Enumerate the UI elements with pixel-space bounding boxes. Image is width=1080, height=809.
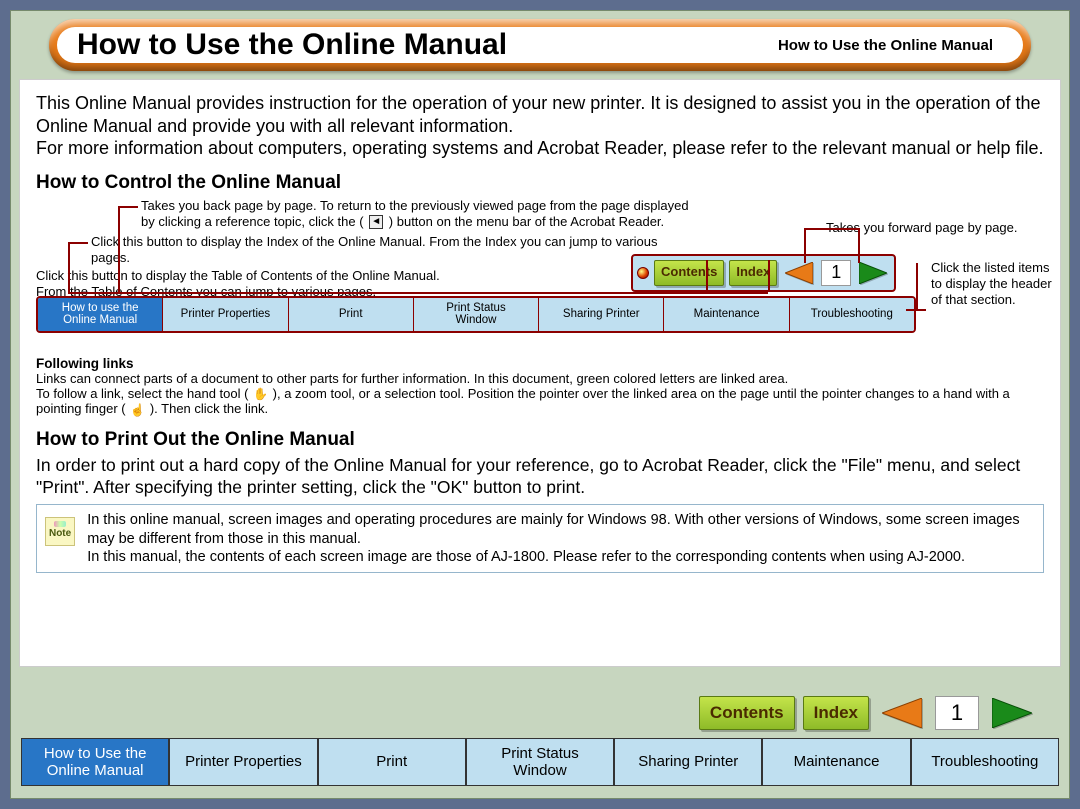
arrow-right-icon bbox=[992, 698, 1032, 728]
acrobat-back-icon: ◄ bbox=[369, 215, 383, 229]
tab-label: Window bbox=[513, 762, 566, 779]
mini-tab-print-status[interactable]: Print Status Window bbox=[414, 298, 539, 331]
page-root: How to Use the Online Manual How to Use … bbox=[0, 0, 1080, 809]
title-bar: How to Use the Online Manual How to Use … bbox=[49, 19, 1031, 71]
title-inner: How to Use the Online Manual How to Use … bbox=[57, 27, 1023, 63]
note-line1: In this online manual, screen images and… bbox=[87, 512, 1019, 546]
mini-tabs-row: How to use the Online Manual Printer Pro… bbox=[36, 296, 916, 333]
arrow-left-icon bbox=[882, 698, 922, 728]
bottom-button-row: Contents Index 1 bbox=[21, 686, 1059, 738]
tab-label: Printer Properties bbox=[185, 753, 302, 770]
callout-back-line2-post: ) button on the menu bar of the Acrobat … bbox=[389, 214, 664, 229]
intro-paragraph-2: For more information about computers, op… bbox=[36, 137, 1044, 160]
bottom-tabs-row: How to Use the Online Manual Printer Pro… bbox=[21, 738, 1059, 787]
tab-label: Online Manual bbox=[47, 762, 144, 779]
note-icon: Note bbox=[45, 517, 75, 546]
mini-tab-sharing-printer[interactable]: Sharing Printer bbox=[539, 298, 664, 331]
mini-tab-label: Online Manual bbox=[63, 314, 137, 327]
forward-arrow-button[interactable] bbox=[987, 696, 1037, 730]
note-text: In this online manual, screen images and… bbox=[87, 511, 1035, 565]
forward-arrow-mini[interactable] bbox=[856, 260, 890, 286]
mini-tab-label: Sharing Printer bbox=[563, 308, 640, 321]
mini-tab-label: Window bbox=[456, 314, 497, 327]
callout-back-line2-pre: by clicking a reference topic, click the… bbox=[141, 214, 364, 229]
tab-print[interactable]: Print bbox=[318, 739, 466, 787]
tab-troubleshooting[interactable]: Troubleshooting bbox=[911, 739, 1059, 787]
hand-point-icon: ☝ bbox=[130, 403, 145, 417]
mini-tab-maintenance[interactable]: Maintenance bbox=[664, 298, 789, 331]
page-title: How to Use the Online Manual bbox=[77, 28, 507, 62]
tab-label: Maintenance bbox=[794, 753, 880, 770]
page-subtitle: How to Use the Online Manual bbox=[778, 37, 993, 54]
mini-button-row: Contents Index 1 bbox=[631, 254, 896, 292]
callout-contents-line1: Click this button to display the Table o… bbox=[36, 268, 440, 283]
tab-how-to-use[interactable]: How to Use the Online Manual bbox=[21, 739, 169, 787]
back-arrow-button[interactable] bbox=[877, 696, 927, 730]
callout-area: Takes you back page by page. To return t… bbox=[36, 198, 1044, 350]
content-area: This Online Manual provides instruction … bbox=[19, 79, 1061, 667]
mini-tab-print[interactable]: Print bbox=[289, 298, 414, 331]
mini-tab-printer-properties[interactable]: Printer Properties bbox=[163, 298, 288, 331]
following-links-line1: Links can connect parts of a document to… bbox=[36, 371, 788, 386]
mini-tab-label: Print bbox=[339, 308, 363, 321]
mini-tab-label: Troubleshooting bbox=[811, 308, 893, 321]
bottom-bar: Contents Index 1 How to Use the Online M… bbox=[11, 686, 1069, 799]
following-links-line2-pre: To follow a link, select the hand tool ( bbox=[36, 386, 248, 401]
mini-navigation: Contents Index 1 How to use the bbox=[36, 296, 1044, 333]
tab-maintenance[interactable]: Maintenance bbox=[762, 739, 910, 787]
tab-print-status-window[interactable]: Print Status Window bbox=[466, 739, 614, 787]
tab-label: How to Use the bbox=[44, 745, 147, 762]
callout-dot-icon bbox=[637, 267, 649, 279]
section-control-heading: How to Control the Online Manual bbox=[36, 172, 1044, 194]
section-print-paragraph: In order to print out a hard copy of the… bbox=[36, 455, 1044, 499]
page-number: 1 bbox=[935, 696, 979, 730]
following-links-block: Following links Links can connect parts … bbox=[36, 356, 1044, 417]
mini-tab-label: Maintenance bbox=[694, 308, 760, 321]
note-label: Note bbox=[49, 528, 71, 539]
callout-index: Click this button to display the Index o… bbox=[91, 234, 661, 267]
outer-panel: How to Use the Online Manual How to Use … bbox=[10, 10, 1070, 799]
intro-paragraph-1: This Online Manual provides instruction … bbox=[36, 92, 1044, 137]
hand-open-icon: ✋ bbox=[253, 387, 268, 401]
contents-button[interactable]: Contents bbox=[699, 696, 795, 730]
note-line2: In this manual, the contents of each scr… bbox=[87, 549, 965, 565]
back-arrow-mini[interactable] bbox=[782, 260, 816, 286]
section-print-heading: How to Print Out the Online Manual bbox=[36, 429, 1044, 451]
callout-back-line1: Takes you back page by page. To return t… bbox=[141, 198, 689, 213]
mini-tab-troubleshooting[interactable]: Troubleshooting bbox=[790, 298, 914, 331]
contents-button-mini[interactable]: Contents bbox=[654, 260, 724, 286]
index-button-mini[interactable]: Index bbox=[729, 260, 777, 286]
note-box: Note In this online manual, screen image… bbox=[36, 504, 1044, 572]
tab-label: Troubleshooting bbox=[931, 753, 1038, 770]
following-links-heading: Following links bbox=[36, 356, 134, 371]
mini-tab-how-to-use[interactable]: How to use the Online Manual bbox=[38, 298, 163, 331]
tab-printer-properties[interactable]: Printer Properties bbox=[169, 739, 317, 787]
arrow-right-icon bbox=[859, 262, 887, 284]
mini-tab-label: How to use the bbox=[62, 302, 139, 315]
page-number-mini: 1 bbox=[821, 260, 851, 286]
tab-sharing-printer[interactable]: Sharing Printer bbox=[614, 739, 762, 787]
mini-tab-label: Print Status bbox=[446, 302, 505, 315]
following-links-line2-post: ). Then click the link. bbox=[150, 401, 268, 416]
tab-label: Print bbox=[376, 753, 407, 770]
tab-label: Print Status bbox=[501, 745, 579, 762]
arrow-left-icon bbox=[785, 262, 813, 284]
mini-tab-label: Printer Properties bbox=[181, 308, 270, 321]
index-button[interactable]: Index bbox=[803, 696, 869, 730]
callout-back: Takes you back page by page. To return t… bbox=[141, 198, 741, 231]
tab-label: Sharing Printer bbox=[638, 753, 738, 770]
